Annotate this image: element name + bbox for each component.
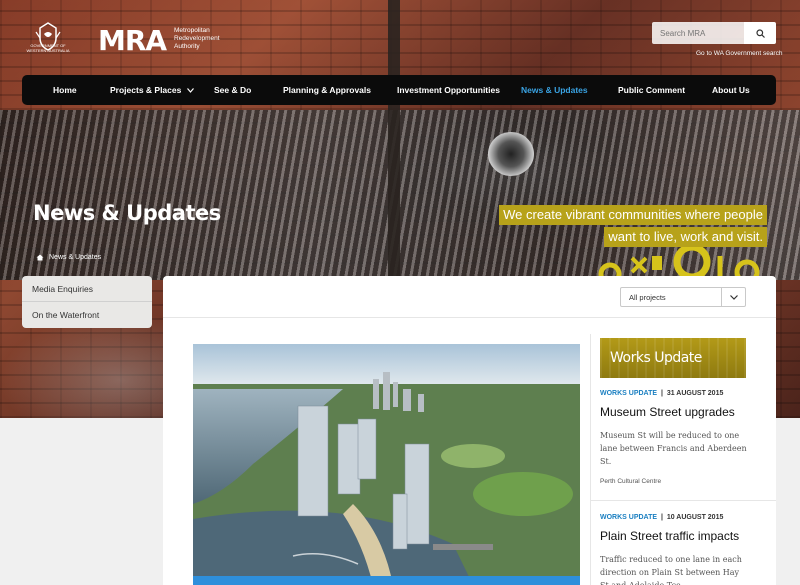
nav-item-about-us[interactable]: About Us xyxy=(712,75,750,105)
news-excerpt: Traffic reduced to one lane in each dire… xyxy=(600,555,742,585)
side-menu: Media Enquiries On the Waterfront xyxy=(22,276,152,328)
main-content: All projects Works Update WORKS UPDATE |… xyxy=(163,276,776,585)
tagline-line-2: want to live, work and visit. xyxy=(604,227,767,247)
search-icon xyxy=(755,28,765,38)
search-bar xyxy=(652,22,776,44)
nav-item-news-updates[interactable]: News & Updates xyxy=(521,75,588,105)
works-update-banner[interactable]: Works Update xyxy=(600,338,746,378)
news-category: WORKS UPDATE xyxy=(600,514,658,521)
main-navigation: Home Projects & Places See & Do Planning… xyxy=(22,75,776,105)
news-date: 31 AUGUST 2015 xyxy=(666,390,724,397)
search-input[interactable] xyxy=(652,22,744,44)
search-button[interactable] xyxy=(744,22,776,44)
news-category: WORKS UPDATE xyxy=(600,390,658,397)
nav-item-see-do[interactable]: See & Do xyxy=(214,75,251,105)
project-filter-select[interactable]: All projects xyxy=(620,287,746,307)
chevron-down-icon xyxy=(187,87,195,93)
news-title[interactable]: Plain Street traffic impacts xyxy=(600,529,750,543)
nav-item-home[interactable]: Home xyxy=(53,75,77,105)
nav-item-investment-opportunities[interactable]: Investment Opportunities xyxy=(397,75,500,105)
tagline-line-1: We create vibrant communities where peop… xyxy=(499,205,767,225)
nav-item-public-comment[interactable]: Public Comment xyxy=(618,75,685,105)
breadcrumb: News & Updates xyxy=(36,254,101,261)
feature-caption-strip xyxy=(193,576,580,585)
news-meta: WORKS UPDATE | 10 AUGUST 2015 xyxy=(600,514,724,521)
crest-caption: GOVERNMENT OF WESTERN AUSTRALIA xyxy=(26,43,70,53)
project-filter-value: All projects xyxy=(629,292,666,302)
news-title[interactable]: Museum Street upgrades xyxy=(600,405,750,419)
news-item[interactable]: WORKS UPDATE | 10 AUGUST 2015 Plain Stre… xyxy=(600,514,750,585)
news-separator xyxy=(591,500,776,501)
column-divider xyxy=(590,334,591,585)
nav-item-planning-approvals[interactable]: Planning & Approvals xyxy=(283,75,371,105)
breadcrumb-current: News & Updates xyxy=(49,254,102,261)
mra-logo[interactable]: MRA xyxy=(98,24,167,57)
wa-government-search-link[interactable]: Go to WA Government search xyxy=(696,50,782,57)
news-meta: WORKS UPDATE | 31 AUGUST 2015 xyxy=(600,390,724,397)
feature-aerial-image[interactable] xyxy=(193,344,580,585)
filter-bar: All projects xyxy=(163,276,776,318)
news-item[interactable]: WORKS UPDATE | 31 AUGUST 2015 Museum Str… xyxy=(600,390,750,485)
hero-tagline: We create vibrant communities where peop… xyxy=(499,205,767,249)
chevron-down-icon xyxy=(721,288,745,306)
news-date: 10 AUGUST 2015 xyxy=(666,514,724,521)
mra-logo-subtitle: Metropolitan Redevelopment Authority xyxy=(174,27,220,50)
page-title: News & Updates xyxy=(33,201,221,225)
side-item-media-enquiries[interactable]: Media Enquiries xyxy=(22,276,152,302)
news-location[interactable]: Perth Cultural Centre xyxy=(600,478,750,485)
home-icon[interactable] xyxy=(36,254,44,261)
mural-eye xyxy=(488,132,534,176)
nav-item-projects-places[interactable]: Projects & Places xyxy=(110,75,195,105)
side-item-on-the-waterfront[interactable]: On the Waterfront xyxy=(22,302,152,328)
news-excerpt: Museum St will be reduced to one lane be… xyxy=(600,431,747,466)
